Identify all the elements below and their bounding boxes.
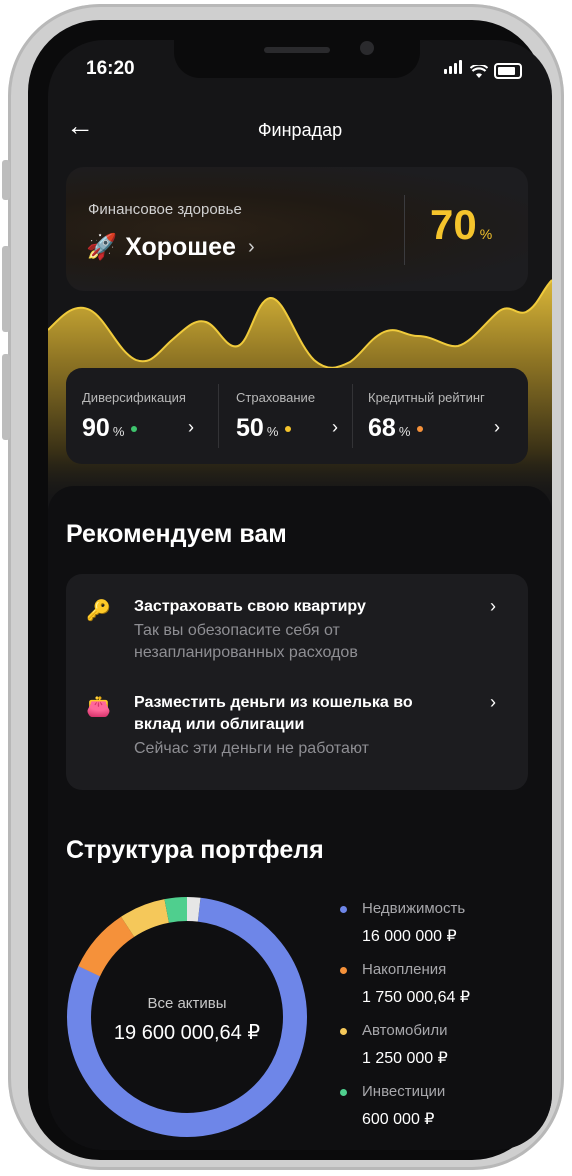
side-button-volume-up	[2, 246, 10, 332]
metric-value: 90%	[82, 414, 138, 443]
metric-value: 50%	[236, 414, 292, 443]
chevron-right-icon: ›	[490, 692, 496, 712]
page-title: Финрадар	[257, 120, 343, 140]
signal-icon	[444, 60, 464, 79]
rocket-icon: 🚀	[86, 233, 118, 261]
phone-screen: 16:20 ← Финрадар Финансовое здоровье 🚀 Х…	[48, 40, 552, 1150]
recommendation-title: Разместить деньги из кошелька во вклад и…	[134, 694, 413, 733]
chevron-right-icon: ›	[247, 236, 255, 258]
metric-number: 68	[368, 414, 396, 442]
legend-dot	[340, 967, 347, 974]
recommendations-heading: Рекомендуем вам	[66, 520, 287, 548]
metric-label: Страхование	[236, 390, 316, 405]
side-button-mute	[2, 160, 10, 200]
metrics-card: Диверсификация 90% › Страхование 50% › К…	[66, 368, 528, 464]
legend-name: Накопления	[362, 961, 447, 978]
status-time: 16:20	[86, 58, 135, 79]
chevron-right-icon: ›	[332, 417, 338, 437]
health-label: Финансовое здоровье	[88, 201, 242, 218]
legend-dot	[340, 1028, 347, 1035]
legend-value: 1 250 000 ₽	[362, 1050, 448, 1067]
metric-insurance[interactable]: Страхование 50% ›	[218, 368, 352, 464]
recommendation-title: Застраховать свою квартиру	[134, 598, 366, 615]
donut-center-label: Все активы	[147, 995, 227, 1012]
metric-diversification[interactable]: Диверсификация 90% ›	[66, 368, 216, 464]
legend-value: 16 000 000 ₽	[362, 928, 457, 945]
front-camera	[360, 41, 374, 55]
key-icon: 🔑	[86, 600, 111, 622]
health-percent-value: 70	[430, 201, 477, 248]
legend-name: Автомобили	[362, 1022, 448, 1039]
portfolio-donut-chart	[66, 896, 307, 1137]
chevron-right-icon: ›	[490, 596, 496, 616]
recommendation-item[interactable]: 🔑 Застраховать свою квартиру Так вы обез…	[66, 596, 528, 676]
battery-icon	[494, 63, 522, 79]
metric-credit-rating[interactable]: Кредитный рейтинг 68% ›	[352, 368, 528, 464]
recommendation-subtitle: Так вы обезопасите себя от незапланирова…	[134, 622, 358, 661]
notch	[174, 40, 420, 78]
legend-value: 1 750 000,64 ₽	[362, 989, 471, 1006]
health-state-text: Хорошее	[125, 233, 236, 261]
chevron-right-icon: ›	[188, 417, 194, 437]
portfolio-heading: Структура портфеля	[66, 836, 324, 864]
donut-center-total: 19 600 000,64 ₽	[113, 1022, 261, 1044]
health-percent-unit: %	[479, 226, 493, 242]
metric-label: Диверсификация	[82, 390, 186, 405]
purse-icon: 👛	[86, 696, 111, 718]
legend-dot	[340, 906, 347, 913]
side-button-volume-down	[2, 354, 10, 440]
status-icons	[444, 60, 522, 79]
legend-value: 600 000 ₽	[362, 1111, 435, 1128]
chevron-right-icon: ›	[494, 417, 500, 437]
divider	[404, 195, 405, 265]
recommendation-item[interactable]: 👛 Разместить деньги из кошелька во вклад…	[66, 692, 528, 772]
health-state: 🚀 Хорошее ›	[86, 233, 255, 262]
metric-label: Кредитный рейтинг	[368, 390, 485, 405]
financial-health-card[interactable]: Финансовое здоровье 🚀 Хорошее › 70%	[66, 167, 528, 291]
recommendation-subtitle: Сейчас эти деньги не работают	[134, 740, 369, 757]
status-dot-green	[131, 426, 138, 433]
legend-dot	[340, 1089, 347, 1096]
wifi-icon	[470, 65, 488, 78]
metric-value: 68%	[368, 414, 424, 443]
legend-name: Инвестиции	[362, 1083, 446, 1100]
status-dot-yellow	[285, 426, 292, 433]
status-dot-orange	[417, 426, 424, 433]
metric-unit: %	[112, 424, 125, 439]
speaker-grille	[264, 47, 330, 53]
metric-unit: %	[266, 424, 279, 439]
metric-unit: %	[398, 424, 411, 439]
metric-number: 90	[82, 414, 110, 442]
metric-number: 50	[236, 414, 264, 442]
legend-name: Недвижимость	[362, 900, 466, 917]
recommendations-card: 🔑 Застраховать свою квартиру Так вы обез…	[66, 574, 528, 790]
health-percent: 70%	[430, 201, 492, 249]
